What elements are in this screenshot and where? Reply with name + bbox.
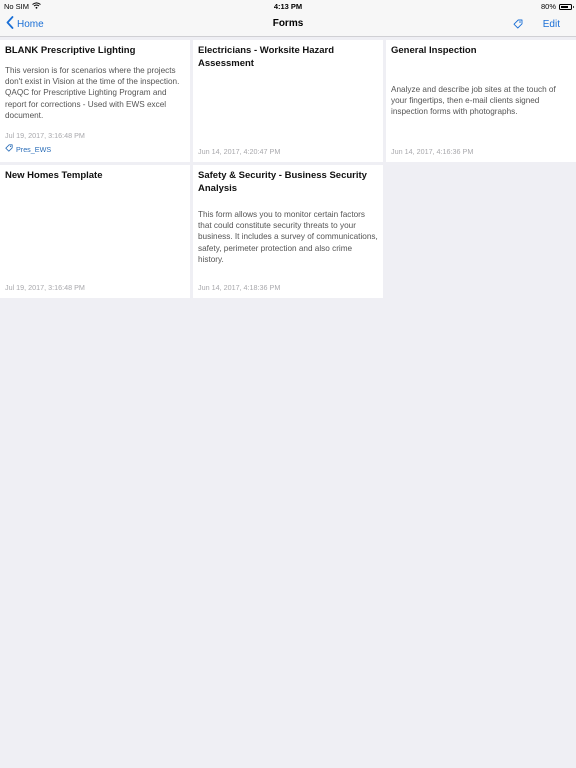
form-date: Jun 14, 2017, 4:16:36 PM [391,147,474,156]
form-description: This version is for scenarios where the … [5,66,180,120]
form-description: This form allows you to monitor certain … [198,210,378,264]
status-right: 80% [540,2,574,11]
form-card-blank-prescriptive-lighting[interactable]: BLANK Prescriptive Lighting This version… [0,40,190,162]
tag-icon [5,144,13,154]
status-bar: No SIM 4:13 PM 80% [0,0,576,12]
form-card-general-inspection[interactable]: General Inspection Analyze and describe … [386,40,576,162]
form-description: Analyze and describe job sites at the to… [391,85,556,117]
form-date: Jun 14, 2017, 4:20:47 PM [198,147,281,156]
form-date: Jun 14, 2017, 4:18:36 PM [198,283,281,292]
form-card-electricians-worksite-hazard[interactable]: Electricians - Worksite Hazard Assessmen… [193,40,383,162]
form-title: Electricians - Worksite Hazard Assessmen… [198,45,335,69]
form-title: General Inspection [391,45,477,56]
form-date: Jul 19, 2017, 3:16:48 PM [5,283,85,292]
battery-fill [561,5,569,8]
page-title: Forms [272,18,304,29]
nav-actions: Edit [513,16,560,34]
form-card-new-homes-template[interactable]: New Homes Template Jul 19, 2017, 3:16:48… [0,165,190,298]
edit-button[interactable]: Edit [543,18,560,32]
form-card-safety-security-analysis[interactable]: Safety & Security - Business Security An… [193,165,383,298]
form-title: Safety & Security - Business Security An… [198,170,367,194]
form-title: New Homes Template [5,170,103,181]
tag-filter-button[interactable] [513,16,523,34]
status-time: 4:13 PM [273,2,303,11]
battery-percent: 80% [540,2,556,11]
form-tag-label: Pres_EWS [16,144,52,154]
form-tag[interactable]: Pres_EWS [5,144,51,154]
battery-icon [559,3,574,10]
form-title: BLANK Prescriptive Lighting [5,45,136,56]
navigation-bar: Home Forms Edit [0,12,576,37]
form-date: Jul 19, 2017, 3:16:48 PM [5,131,85,140]
tag-icon [513,16,523,34]
